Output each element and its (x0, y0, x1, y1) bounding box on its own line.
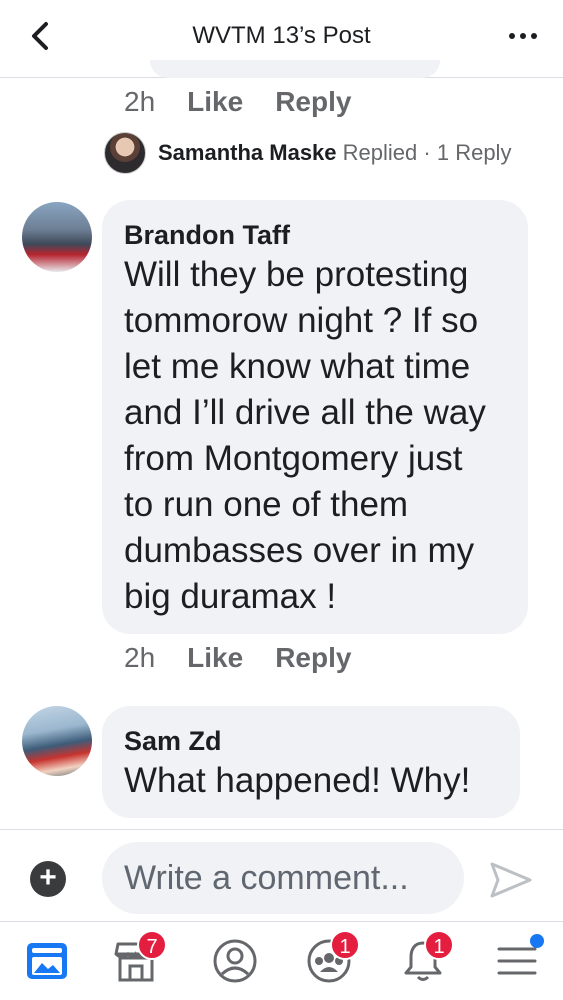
previous-comment-bubble (150, 60, 440, 78)
page-title: WVTM 13’s Post (192, 22, 371, 49)
comment-line: to run one of them (124, 485, 409, 524)
notification-badge: 1 (330, 930, 360, 960)
reply-button[interactable]: Reply (275, 86, 351, 118)
like-button[interactable]: Like (187, 86, 243, 118)
comment-line: big duramax ! (124, 577, 337, 616)
comment-line: tommorow night ? If so (124, 301, 479, 340)
reply-count: 1 Reply (436, 140, 512, 165)
hamburger-menu-icon (497, 947, 537, 975)
comment-line: Will they be protesting (124, 255, 469, 294)
comment-line: from Montgomery just (124, 439, 463, 478)
more-options-button[interactable] (503, 20, 543, 52)
comment-bubble: Brandon Taff Will they be protesting tom… (102, 200, 528, 634)
comment-bubble: Sam Zd What happened! Why! (102, 706, 520, 818)
tab-profile[interactable] (210, 936, 260, 986)
new-indicator-dot (530, 934, 544, 948)
tab-groups[interactable]: 1 (304, 930, 360, 986)
comment-composer: + (0, 829, 563, 921)
notification-badge: 1 (424, 930, 454, 960)
comment-line: and I’ll drive all the way (124, 393, 486, 432)
notification-badge: 7 (137, 930, 167, 960)
comment-text: Will they be protesting tommorow night ?… (124, 252, 506, 620)
send-icon (490, 862, 532, 898)
avatar[interactable] (22, 202, 92, 272)
comment-author[interactable]: Sam Zd (124, 724, 498, 758)
add-attachment-button[interactable]: + (30, 861, 66, 897)
tab-notifications[interactable]: 1 (398, 930, 454, 986)
dot-icon (531, 33, 537, 39)
profile-icon (213, 939, 257, 983)
replied-label: Replied (342, 140, 418, 165)
previous-comment-actions: 2h Like Reply (124, 86, 351, 118)
comment-time: 2h (124, 86, 156, 117)
avatar (104, 132, 146, 174)
bottom-tab-bar: 7 1 1 (0, 921, 563, 1000)
comment-line: What happened! Why! (124, 761, 471, 800)
comment-author[interactable]: Brandon Taff (124, 218, 506, 252)
avatar[interactable] (22, 706, 92, 776)
dot-icon (509, 33, 515, 39)
replier-name: Samantha Maske (158, 140, 337, 165)
comment-time: 2h (124, 642, 156, 673)
comment-line: let me know what time (124, 347, 471, 386)
dot-icon (520, 33, 526, 39)
separator: · (423, 140, 431, 165)
comment-input[interactable] (102, 842, 464, 914)
like-button[interactable]: Like (187, 642, 243, 674)
send-button[interactable] (488, 860, 534, 900)
news-feed-icon (27, 943, 67, 979)
reply-button[interactable]: Reply (275, 642, 351, 674)
view-replies-link[interactable]: Samantha Maske Replied · 1 Reply (104, 132, 511, 174)
comment-text: What happened! Why! (124, 758, 498, 804)
comment-actions: 2h Like Reply (124, 642, 351, 674)
comment-line: dumbasses over in my (124, 531, 475, 570)
tab-menu[interactable] (492, 934, 544, 986)
tab-marketplace[interactable]: 7 (111, 930, 167, 986)
tab-news-feed[interactable] (22, 936, 72, 986)
